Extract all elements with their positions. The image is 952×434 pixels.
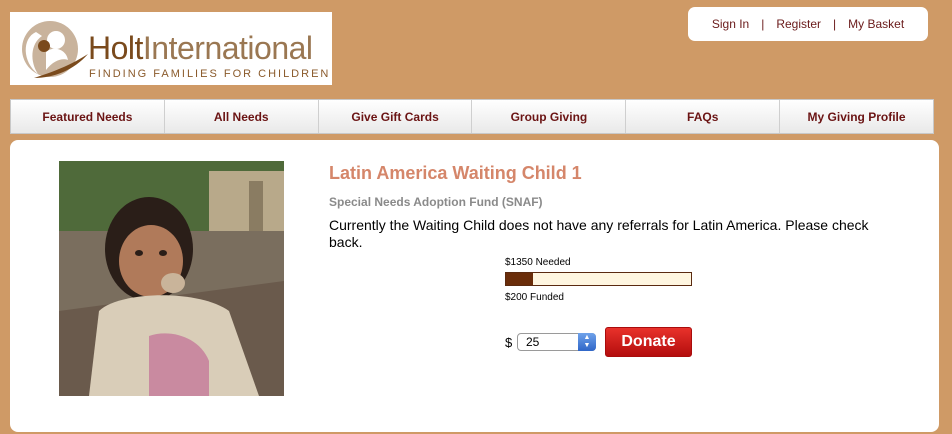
- amount-needed: $1350 Needed: [505, 257, 571, 268]
- holt-logo[interactable]: HoltInternational FINDING FAMILIES FOR C…: [10, 12, 332, 85]
- my-basket-link[interactable]: My Basket: [848, 17, 904, 31]
- nav-my-giving-profile[interactable]: My Giving Profile: [780, 100, 933, 133]
- nav-faqs[interactable]: FAQs: [626, 100, 781, 133]
- logo-tagline: FINDING FAMILIES FOR CHILDREN: [89, 68, 331, 80]
- funding-progress-bar: [505, 272, 692, 286]
- currency-symbol: $: [505, 335, 513, 350]
- register-link[interactable]: Register: [776, 17, 821, 31]
- separator: |: [833, 17, 837, 31]
- need-description: Currently the Waiting Child does not hav…: [329, 217, 869, 250]
- amount-funded: $200 Funded: [505, 292, 564, 303]
- nav-featured-needs[interactable]: Featured Needs: [11, 100, 165, 133]
- donate-button[interactable]: Donate: [605, 327, 692, 357]
- logo-wordmark: HoltInternational: [88, 30, 313, 66]
- funding-progress-fill: [506, 273, 534, 285]
- need-title: Latin America Waiting Child 1: [329, 163, 582, 183]
- account-links: Sign In | Register | My Basket: [688, 7, 928, 41]
- family-logo-icon: [22, 21, 88, 78]
- nav-give-gift-cards[interactable]: Give Gift Cards: [318, 100, 473, 133]
- separator: |: [761, 17, 765, 31]
- donation-amount-select[interactable]: 25 ▲ ▼: [517, 333, 596, 351]
- child-photo: [59, 161, 284, 396]
- main-nav: Featured Needs All Needs Give Gift Cards…: [10, 99, 934, 134]
- sign-in-link[interactable]: Sign In: [712, 17, 749, 31]
- need-panel: Latin America Waiting Child 1 Special Ne…: [10, 140, 939, 432]
- select-arrows-icon: ▲ ▼: [578, 333, 596, 351]
- fund-name: Special Needs Adoption Fund (SNAF): [329, 195, 543, 209]
- donation-amount-value: 25: [526, 335, 540, 349]
- nav-all-needs[interactable]: All Needs: [164, 100, 319, 133]
- nav-group-giving[interactable]: Group Giving: [472, 100, 627, 133]
